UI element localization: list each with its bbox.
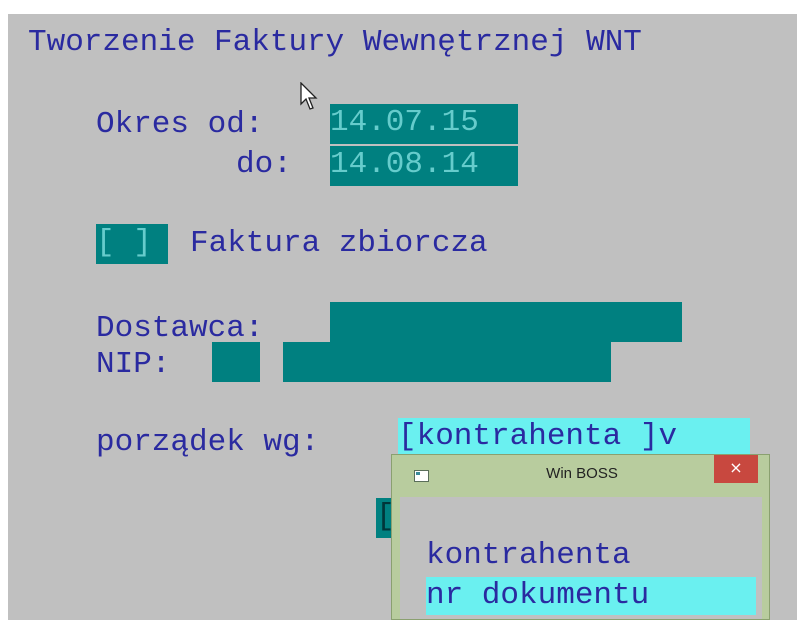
popup-item-kontrahenta[interactable]: kontrahenta (426, 537, 631, 575)
popup-item-nr-dokumentu[interactable]: nr dokumentu (426, 577, 756, 615)
close-icon[interactable]: × (714, 455, 758, 483)
dos-screen: Tworzenie Faktury Wewnętrznej WNT Okres … (8, 14, 797, 620)
popup-titlebar[interactable]: Win BOSS × (392, 455, 769, 495)
nip-label: NIP: (96, 347, 171, 382)
supplier-field[interactable] (330, 302, 682, 342)
window-app-icon (414, 470, 429, 482)
collective-invoice-label: Faktura zbiorcza (190, 226, 488, 261)
order-combo[interactable]: [kontrahenta ]v (398, 418, 750, 458)
nip-number-field[interactable] (283, 342, 611, 382)
popup-title: Win BOSS (546, 465, 618, 482)
popup-list: kontrahenta nr dokumentu (400, 497, 762, 619)
page-title: Tworzenie Faktury Wewnętrznej WNT (28, 25, 642, 60)
period-from-field[interactable]: 14.07.15 (330, 104, 518, 144)
period-to-field[interactable]: 14.08.14 (330, 146, 518, 186)
period-to-label: do: (236, 147, 292, 182)
mouse-pointer-icon (300, 82, 318, 110)
order-label: porządek wg: (96, 425, 320, 460)
collective-invoice-checkbox[interactable]: [ ] (96, 224, 168, 264)
win-boss-popup[interactable]: Win BOSS × kontrahenta nr dokumentu (391, 454, 770, 620)
nip-prefix-field[interactable] (212, 342, 260, 382)
period-from-label: Okres od: (96, 107, 264, 142)
